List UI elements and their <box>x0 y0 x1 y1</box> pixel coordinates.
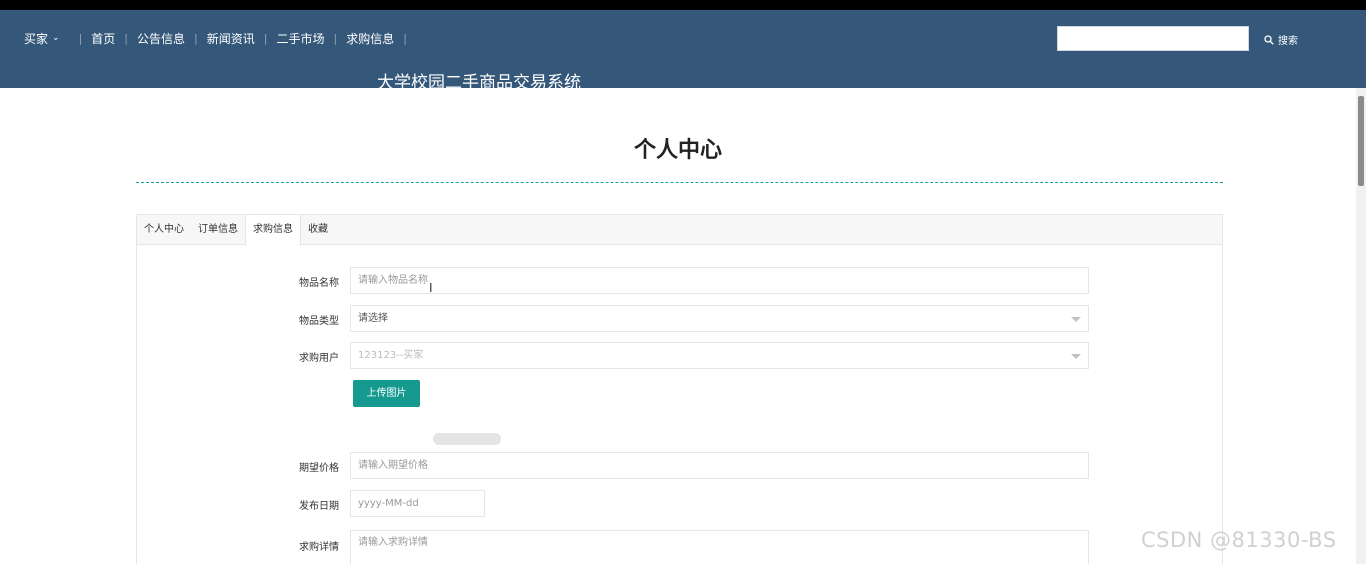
publish-date-placeholder: yyyy-MM-dd <box>358 498 419 509</box>
top-black-strip <box>0 0 1366 10</box>
vertical-scrollbar[interactable] <box>1356 88 1366 564</box>
search-input[interactable] <box>1057 26 1249 51</box>
caret-down-icon <box>1071 354 1081 359</box>
nav-item-market[interactable]: 二手市场 <box>276 30 324 47</box>
buyer-user-select[interactable]: 123123--买家 <box>350 342 1089 369</box>
role-dropdown[interactable]: 买家 ⌄ <box>24 30 60 47</box>
nav-separator: | <box>263 32 268 45</box>
search-button[interactable]: 搜索 <box>1264 32 1298 47</box>
details-textarea[interactable]: 请输入求购详情 <box>350 530 1089 564</box>
search-button-label: 搜索 <box>1278 36 1298 47</box>
details-placeholder: 请输入求购详情 <box>358 537 428 548</box>
nav-separator: | <box>194 32 198 45</box>
nav-item-home[interactable]: 首页 <box>91 30 115 47</box>
nav-separator: | <box>403 32 407 45</box>
buyer-user-label: 求购用户 <box>299 353 339 364</box>
item-name-placeholder: 请输入物品名称 <box>358 275 428 286</box>
tab-orders[interactable]: 订单信息 <box>191 215 245 244</box>
upload-image-button[interactable]: 上传图片 <box>353 380 420 407</box>
item-name-label: 物品名称 <box>299 278 339 289</box>
publish-date-input[interactable]: yyyy-MM-dd <box>350 490 485 517</box>
item-type-select[interactable]: 请选择 <box>350 305 1089 332</box>
item-name-input[interactable]: 请输入物品名称 <box>350 267 1089 294</box>
tab-wanted[interactable]: 求购信息 <box>245 215 301 246</box>
nav-separator: | <box>124 32 129 45</box>
top-nav: 买家 ⌄ | 首页 | 公告信息 | 新闻资讯 | 二手市场 | 求购信息 | <box>24 30 416 47</box>
tab-favorites[interactable]: 收藏 <box>301 215 335 244</box>
expected-price-label: 期望价格 <box>299 463 339 474</box>
text-cursor-icon: I <box>429 281 433 295</box>
tab-bar: 个人中心 订单信息 求购信息 收藏 <box>137 215 1222 246</box>
search-icon <box>1264 34 1274 45</box>
scrollbar-thumb[interactable] <box>1358 96 1364 186</box>
publish-date-label: 发布日期 <box>299 501 339 512</box>
nav-item-news[interactable]: 新闻资讯 <box>207 30 255 47</box>
page-title: 个人中心 <box>633 138 722 163</box>
expected-price-input[interactable]: 请输入期望价格 <box>350 452 1089 479</box>
image-preview-placeholder <box>433 433 501 445</box>
item-type-label: 物品类型 <box>299 316 339 327</box>
nav-item-announcements[interactable]: 公告信息 <box>137 30 185 47</box>
item-type-value: 请选择 <box>358 313 388 324</box>
nav-separator: | <box>333 32 338 45</box>
role-label: 买家 <box>24 32 49 46</box>
expected-price-placeholder: 请输入期望价格 <box>358 460 428 471</box>
tab-profile[interactable]: 个人中心 <box>137 215 191 244</box>
caret-down-icon <box>1071 317 1081 322</box>
title-divider <box>136 182 1223 183</box>
buyer-user-value: 123123--买家 <box>358 350 424 361</box>
details-label: 求购详情 <box>299 542 339 553</box>
watermark: CSDN @81330-BS <box>1141 528 1337 552</box>
nav-item-wanted[interactable]: 求购信息 <box>346 30 394 47</box>
chevron-down-icon: ⌄ <box>52 32 60 43</box>
site-title: 大学校园二手商品交易系统 <box>377 73 581 93</box>
header-bar: 买家 ⌄ | 首页 | 公告信息 | 新闻资讯 | 二手市场 | 求购信息 | … <box>0 10 1366 93</box>
nav-separator: | <box>78 32 83 45</box>
